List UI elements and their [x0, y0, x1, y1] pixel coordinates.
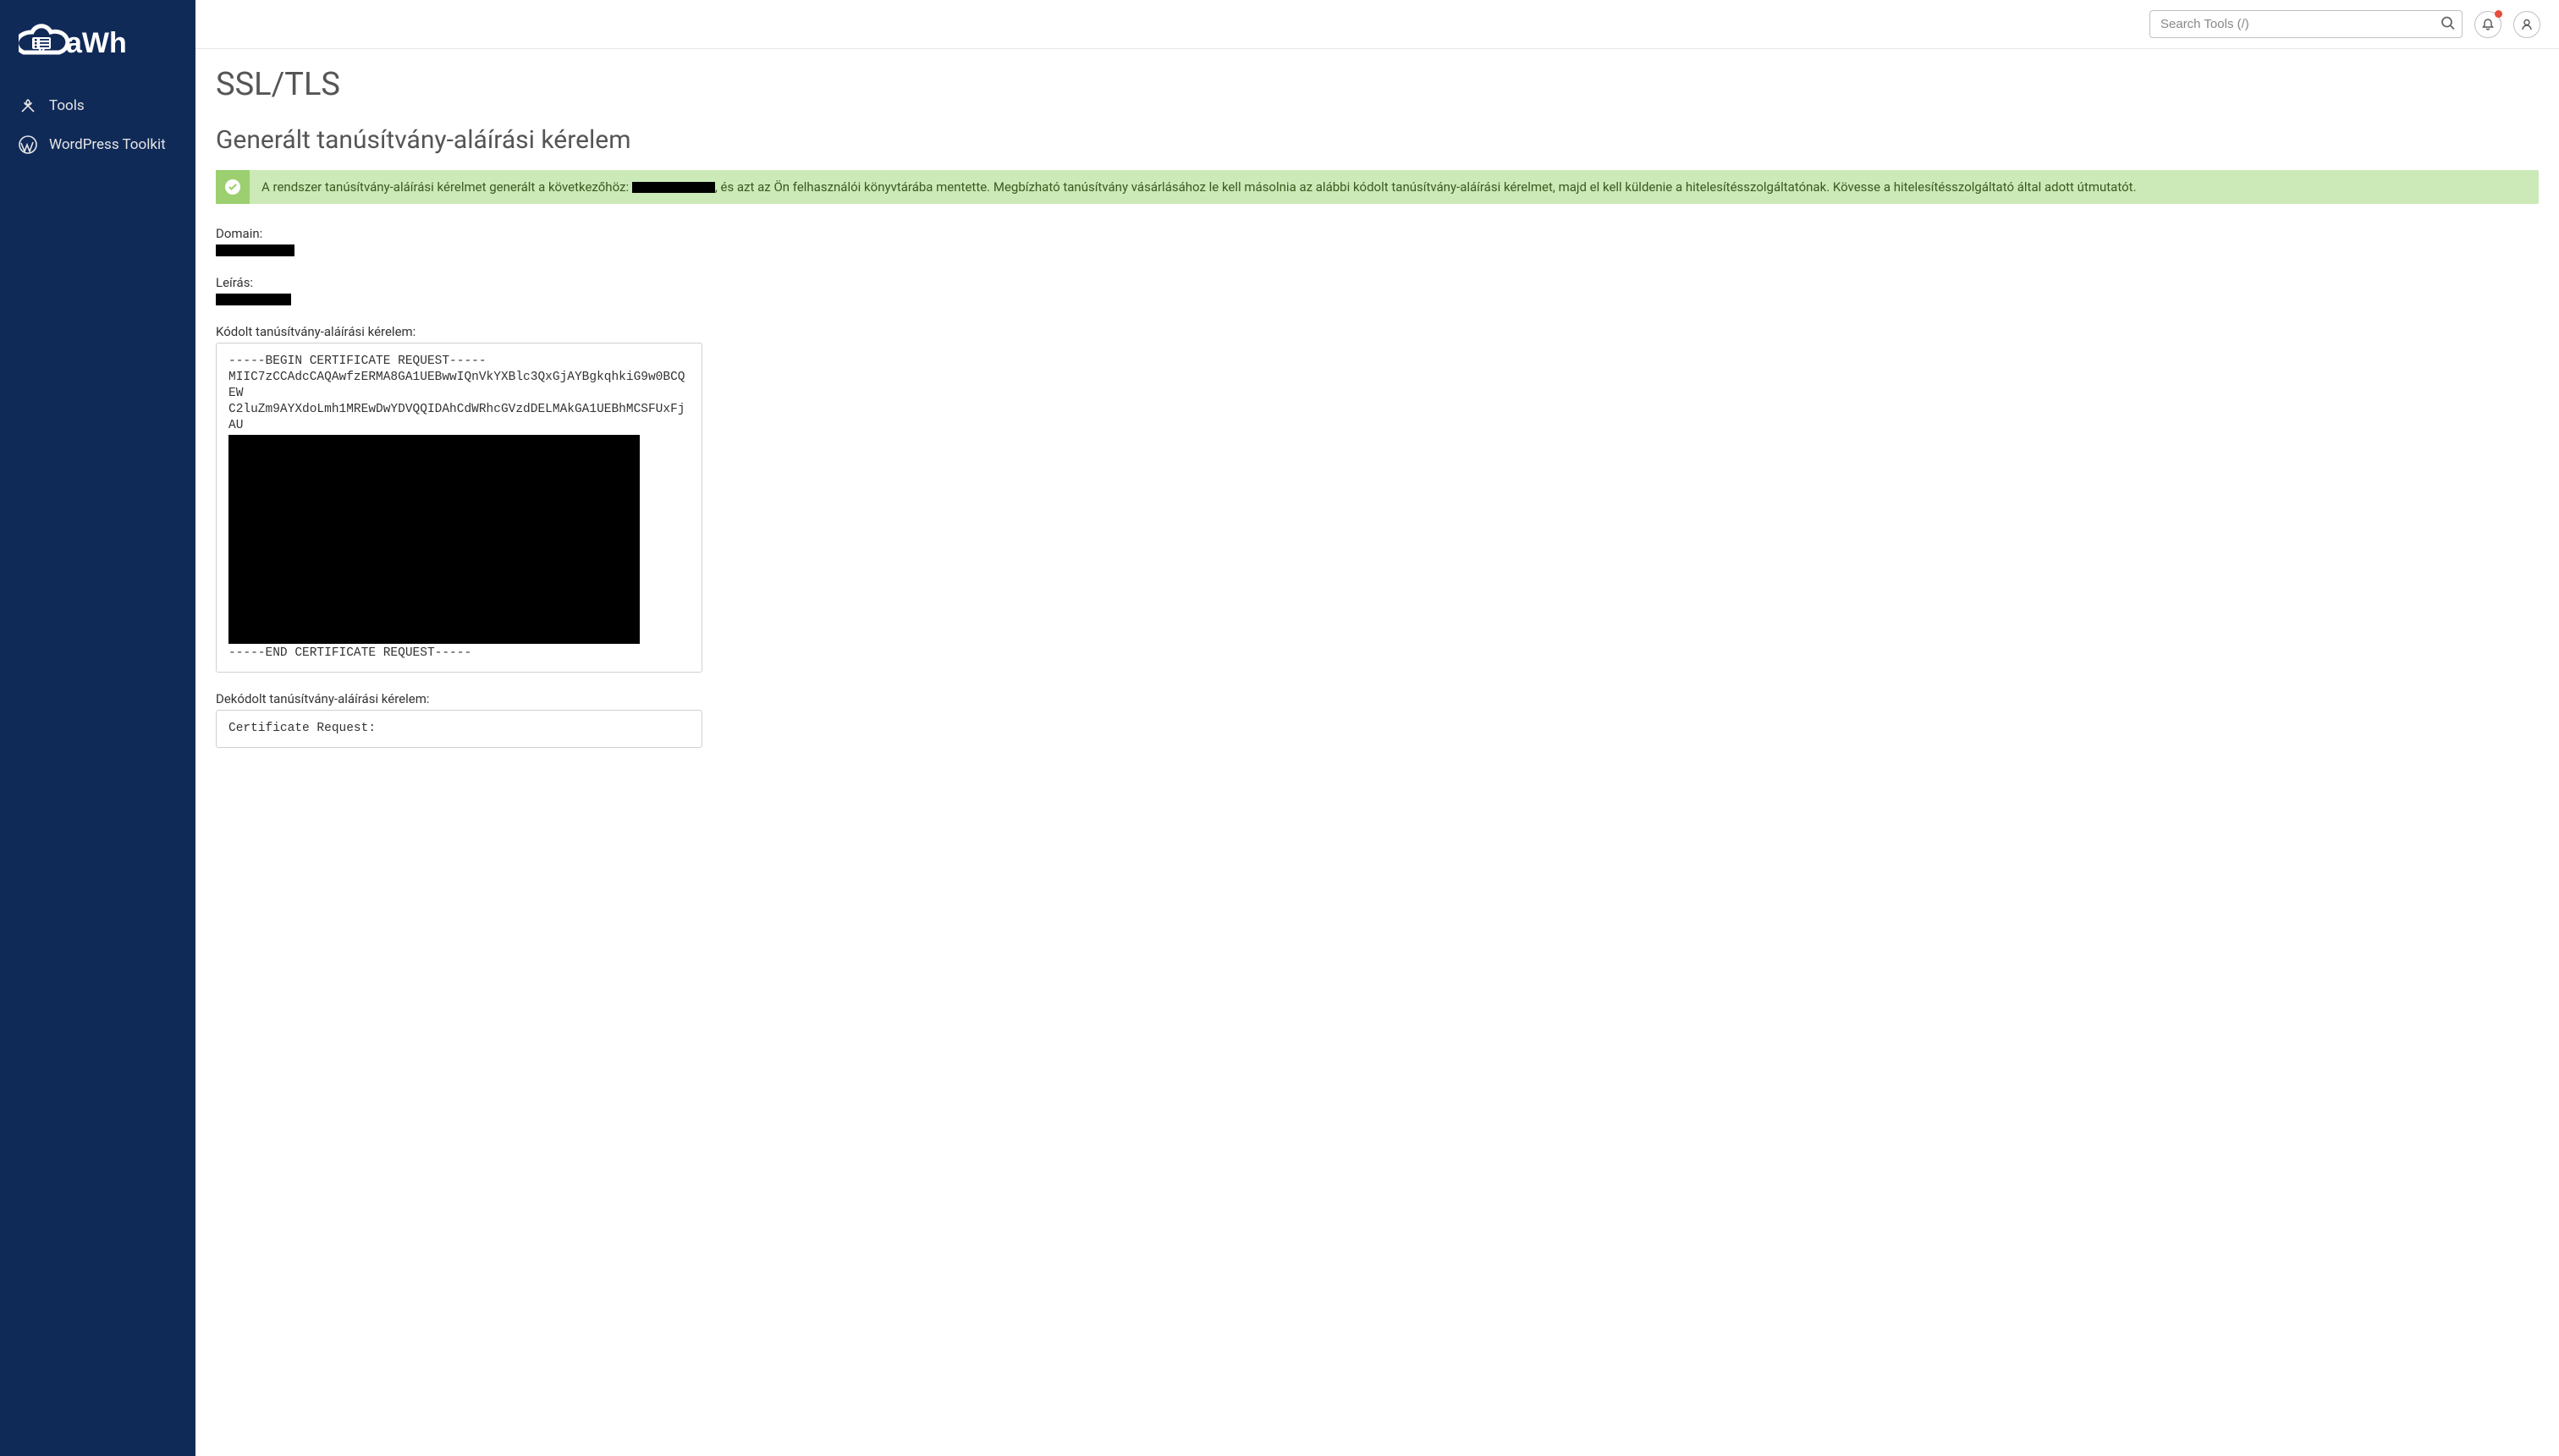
success-alert: A rendszer tanúsítvány-aláírási kérelmet… [216, 170, 2539, 204]
field-description: Leírás: [216, 275, 2539, 305]
decoded-csr-label: Dekódolt tanúsítvány-aláírási kérelem: [216, 691, 2539, 706]
domain-label: Domain: [216, 226, 2539, 241]
field-encoded-csr: Kódolt tanúsítvány-aláírási kérelem: ---… [216, 324, 2539, 673]
alert-icon-col [216, 170, 250, 204]
user-menu-button[interactable] [2513, 11, 2540, 38]
csr-begin: -----BEGIN CERTIFICATE REQUEST----- [228, 354, 690, 370]
search-wrap [2149, 10, 2463, 38]
csr-line-1: MIIC7zCCAdcCAQAwfzERMA8GA1UEBwwIQnVkYXBl… [228, 370, 690, 402]
decoded-csr-box[interactable]: Certificate Request: [216, 710, 702, 748]
topbar [195, 0, 2559, 49]
tools-icon [19, 96, 37, 115]
sidebar-item-tools[interactable]: Tools [0, 86, 195, 125]
field-domain: Domain: [216, 226, 2539, 256]
alert-body: A rendszer tanúsítvány-aláírási kérelmet… [250, 170, 2539, 204]
page-title: SSL/TLS [216, 66, 2539, 103]
sidebar-item-label: WordPress Toolkit [49, 136, 166, 153]
redacted-csr-body [228, 435, 640, 644]
csr-line-2: C2luZm9AYXdoLmh1MREwDwYDVQQIDAhCdWRhcGVz… [228, 402, 690, 434]
description-label: Leírás: [216, 275, 2539, 290]
alert-pre-text: A rendszer tanúsítvány-aláírási kérelmet… [261, 179, 632, 195]
redacted-domain-value [216, 244, 294, 256]
svg-text:aWh: aWh [66, 27, 127, 59]
decoded-line-0: Certificate Request: [228, 721, 690, 737]
bell-icon [2481, 18, 2495, 31]
csr-end: -----END CERTIFICATE REQUEST----- [228, 646, 690, 662]
wordpress-icon [19, 135, 37, 154]
alert-post-text: , és azt az Ön felhasználói könyvtárába … [715, 179, 2137, 195]
redacted-description-value [216, 294, 291, 305]
sidebar-item-wordpress[interactable]: WordPress Toolkit [0, 125, 195, 164]
redacted-domain-inline [632, 182, 715, 193]
sidebar: aWh Tools WordPress Toolkit [0, 0, 195, 1456]
search-input[interactable] [2149, 10, 2463, 38]
brand-logo: aWh [0, 0, 195, 86]
page-subtitle: Generált tanúsítvány-aláírási kérelem [216, 125, 2539, 155]
check-circle-icon [224, 179, 241, 195]
encoded-csr-box[interactable]: -----BEGIN CERTIFICATE REQUEST----- MIIC… [216, 343, 702, 673]
sidebar-item-label: Tools [49, 97, 85, 114]
search-icon [2441, 15, 2456, 30]
encoded-csr-label: Kódolt tanúsítvány-aláírási kérelem: [216, 324, 2539, 339]
field-decoded-csr: Dekódolt tanúsítvány-aláírási kérelem: C… [216, 691, 2539, 748]
notifications-button[interactable] [2474, 11, 2501, 38]
main: SSL/TLS Generált tanúsítvány-aláírási ké… [195, 0, 2559, 1456]
content: SSL/TLS Generált tanúsítvány-aláírási ké… [195, 49, 2559, 800]
sidebar-nav: Tools WordPress Toolkit [0, 86, 195, 164]
user-icon [2520, 18, 2534, 31]
notification-dot [2495, 10, 2502, 18]
search-button[interactable] [2439, 14, 2457, 35]
